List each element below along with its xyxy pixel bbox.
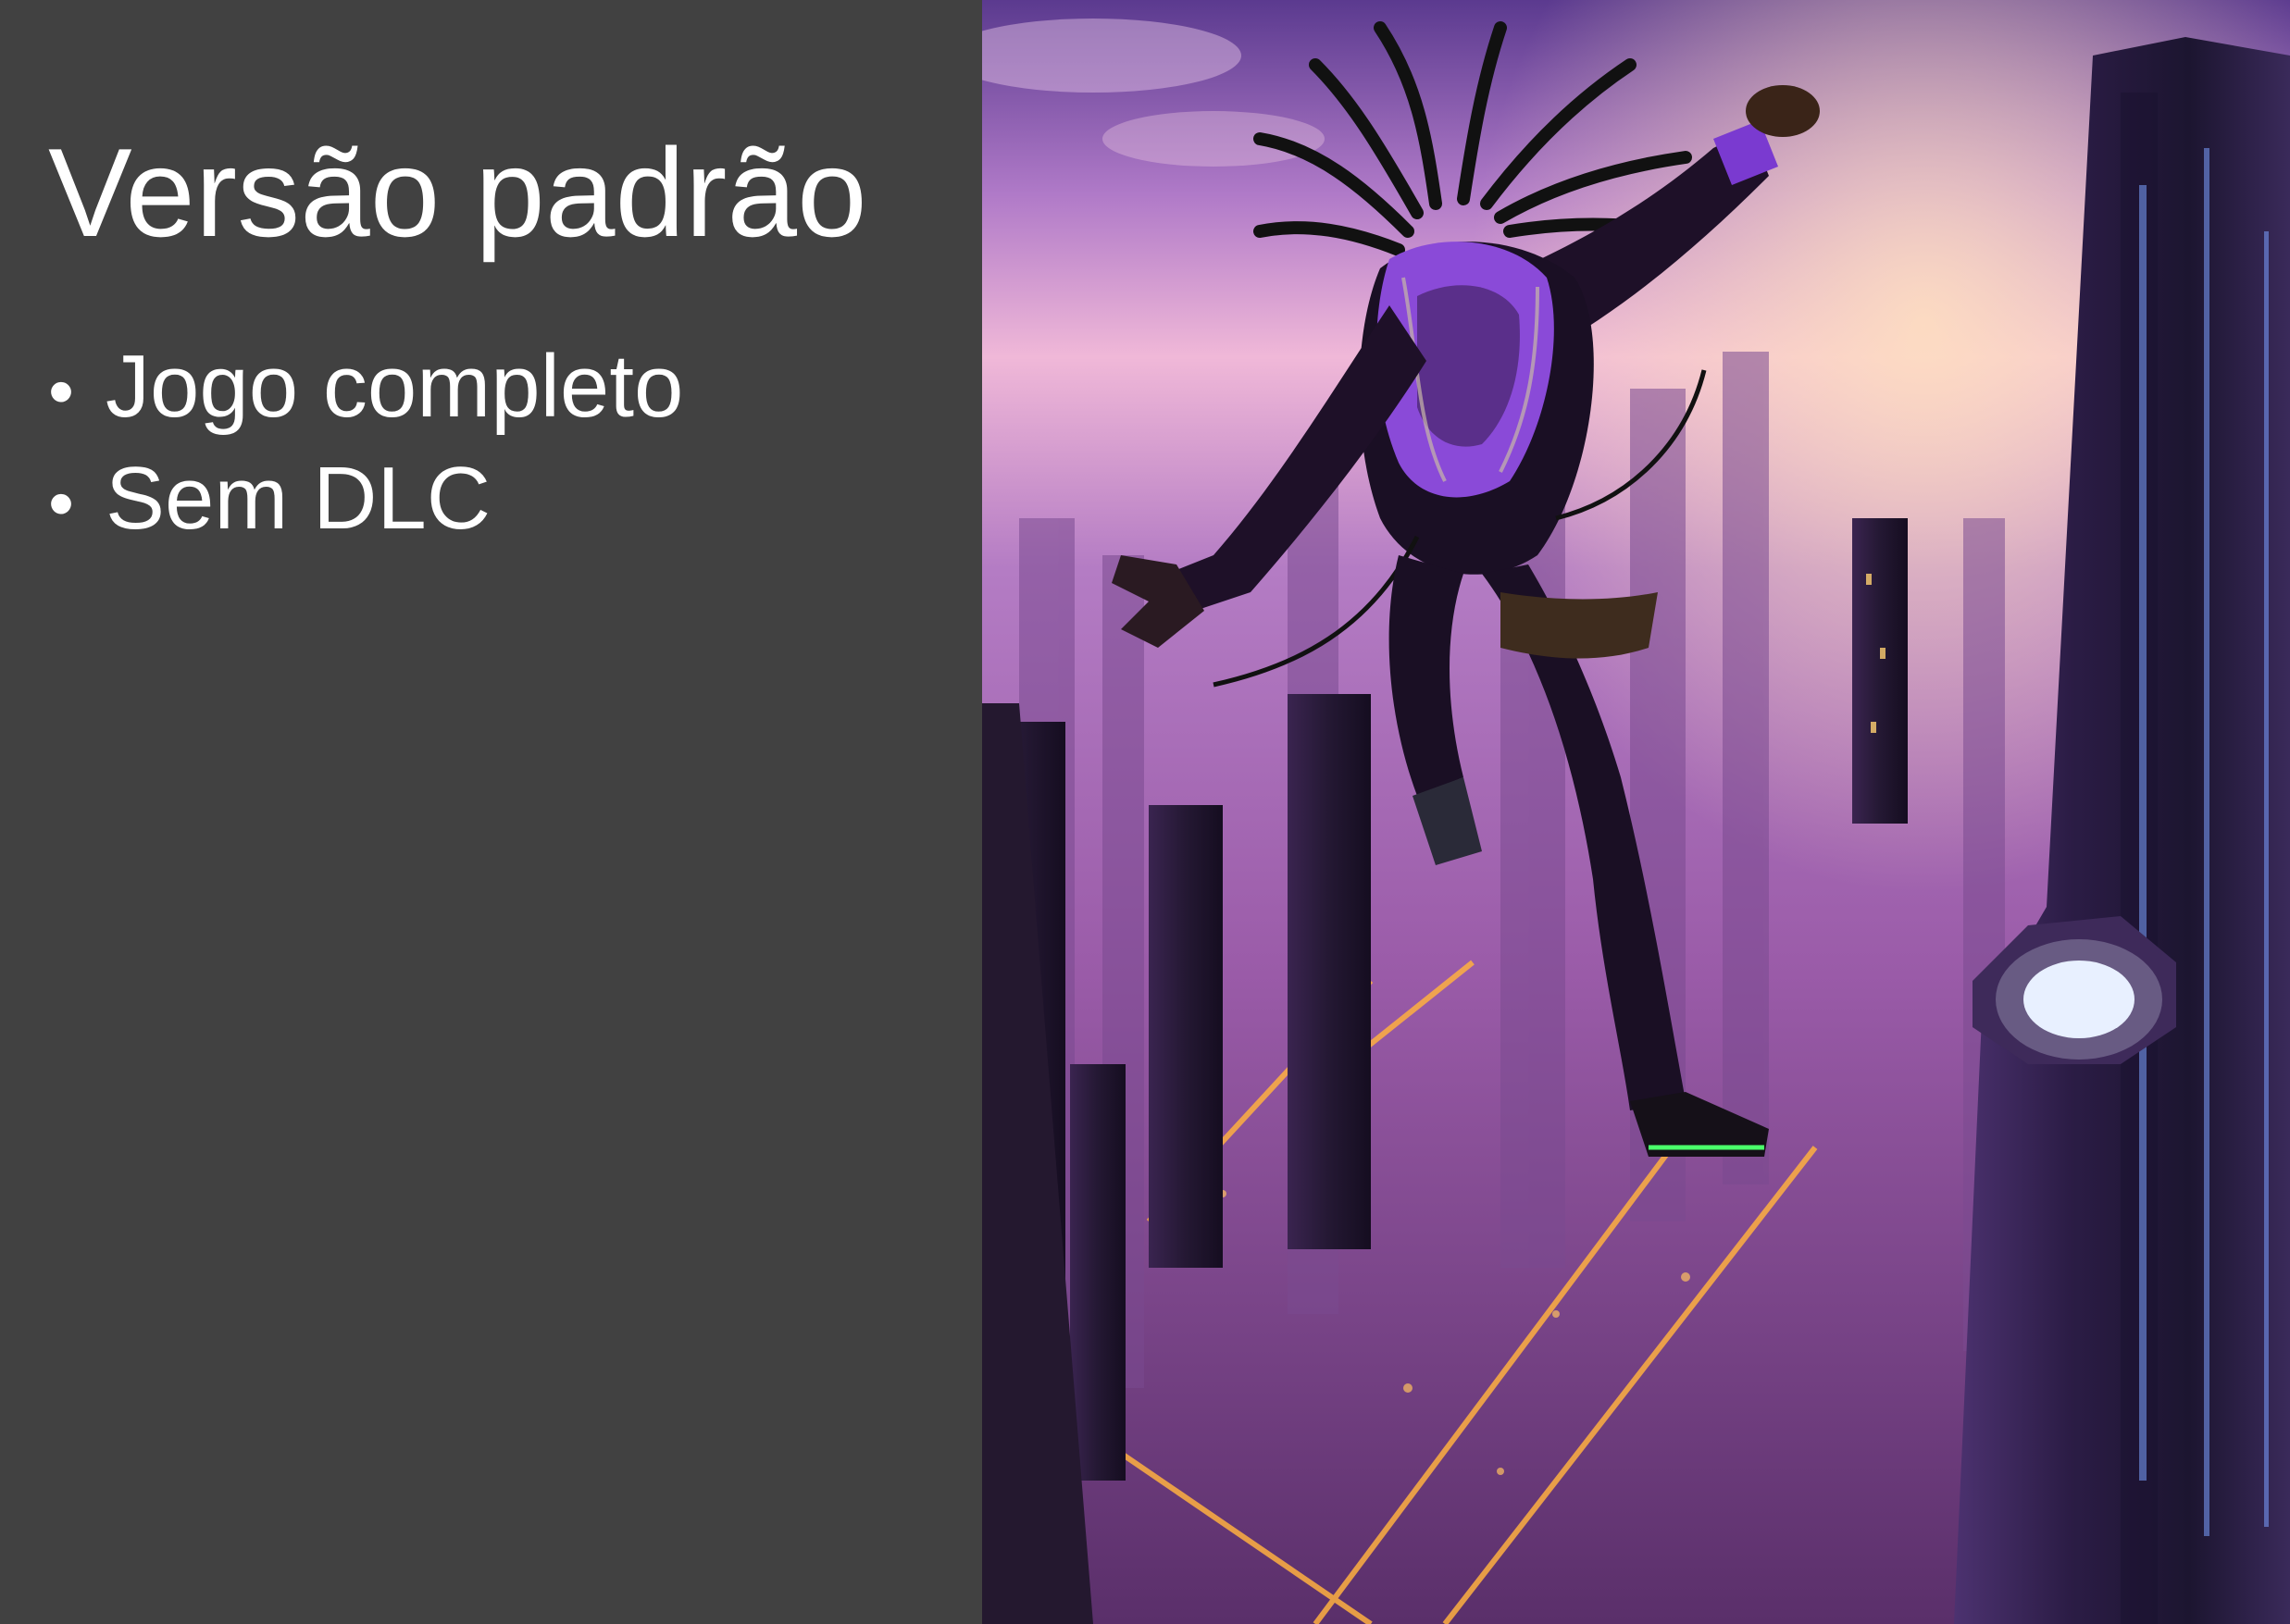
feature-label: Sem DLC [106, 449, 492, 548]
slide: Versão padrão • Jogo completo • Sem DLC [0, 0, 2290, 1624]
feature-list: • Jogo completo • Sem DLC [48, 333, 683, 557]
cover-art-jumper-over-city-icon [982, 0, 2290, 1624]
slide-title: Versão padrão [48, 122, 867, 263]
feature-label: Jogo completo [106, 337, 684, 436]
text-panel: Versão padrão • Jogo completo • Sem DLC [0, 0, 982, 1624]
feature-item: • Jogo completo [48, 333, 683, 445]
cover-art-image [982, 0, 2290, 1624]
bullet-icon: • [48, 462, 75, 544]
bullet-icon: • [48, 350, 75, 432]
feature-item: • Sem DLC [48, 445, 683, 557]
